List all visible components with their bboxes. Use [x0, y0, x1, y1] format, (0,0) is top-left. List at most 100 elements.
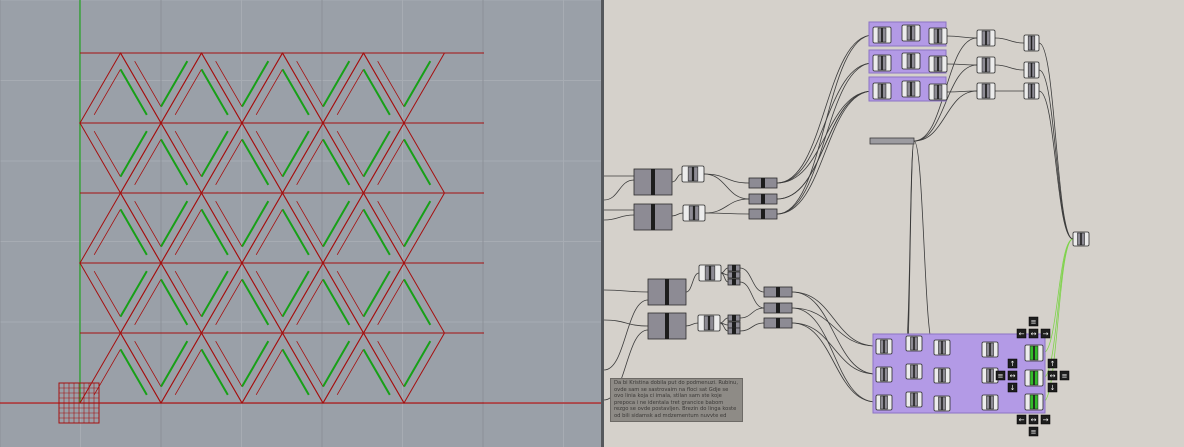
- component: [698, 264, 722, 282]
- mesh-triangle: [241, 52, 324, 124]
- nav-center-icon-glyph: ↔: [1031, 416, 1037, 424]
- component: [981, 367, 999, 384]
- nav-right-icon-glyph: →: [1043, 330, 1049, 338]
- viewport-svg: [0, 0, 601, 447]
- wire: [791, 307, 877, 403]
- wire: [776, 90, 874, 184]
- mesh-triangle: [362, 122, 446, 194]
- param-divider: [776, 303, 780, 313]
- param-divider: [776, 318, 780, 328]
- component-divider: [1030, 36, 1033, 50]
- component: [1023, 34, 1040, 52]
- param-divider: [651, 169, 655, 195]
- rhino-viewport[interactable]: [0, 0, 601, 447]
- mesh-triangle: [160, 52, 243, 124]
- wire: [671, 173, 683, 183]
- wire: [685, 272, 700, 293]
- mesh-triangle: [322, 122, 405, 194]
- wire: [739, 307, 765, 319]
- param-divider: [732, 279, 736, 285]
- component: [872, 82, 892, 100]
- wire: [1038, 90, 1074, 240]
- mesh-triangle: [160, 122, 243, 194]
- mesh-triangle: [79, 52, 162, 124]
- grasshopper-canvas[interactable]: ≡ ← ↔ → ↑ ↔ ↓ ≡ ↑ ↔ ↓ ≡ ← ↔ → ≡ Da bi Kristina dobila p…: [604, 0, 1184, 447]
- component: [933, 367, 951, 384]
- component-divider: [910, 54, 912, 68]
- nav-down-icon-glyph: ↓: [1010, 384, 1016, 392]
- param-divider: [761, 194, 765, 204]
- wire: [604, 179, 635, 201]
- component-divider: [913, 393, 915, 406]
- wire: [685, 322, 699, 327]
- nav-up-icon-glyph: ↑: [1050, 360, 1056, 368]
- canvas-note[interactable]: Da bi Kristina dobila put do podmenuzi. …: [610, 378, 743, 422]
- component: [681, 165, 705, 183]
- component: [1024, 344, 1044, 362]
- param-divider: [732, 322, 736, 328]
- wire: [704, 198, 750, 214]
- mesh-triangle: [322, 332, 405, 404]
- mesh-triangle: [79, 332, 162, 404]
- mesh-triangle: [160, 192, 243, 264]
- component-divider: [910, 82, 912, 96]
- component: [682, 204, 706, 222]
- wire: [671, 212, 684, 217]
- param-divider: [776, 287, 780, 297]
- component: [1072, 231, 1090, 247]
- mesh-triangle: [281, 192, 365, 264]
- component: [1024, 369, 1044, 387]
- param-divider: [665, 279, 669, 305]
- wire: [946, 35, 978, 39]
- wire: [604, 289, 649, 293]
- component: [901, 80, 921, 98]
- param: [748, 193, 778, 205]
- nav-up-icon-glyph: ↑: [1010, 360, 1016, 368]
- wire: [791, 322, 877, 375]
- wire: [703, 173, 750, 184]
- component: [697, 314, 721, 332]
- nav-center-icon-glyph: ↔: [1031, 330, 1037, 338]
- component-divider: [989, 369, 991, 382]
- component: [905, 363, 923, 380]
- component-divider: [1030, 63, 1033, 77]
- component: [905, 391, 923, 408]
- component-divider: [913, 337, 915, 350]
- wire: [739, 281, 765, 309]
- component-divider: [941, 341, 943, 354]
- wire: [719, 317, 729, 324]
- param: [727, 271, 741, 279]
- side-menu-icon-glyph: ≡: [998, 372, 1004, 380]
- zoom-menu-icon-glyph: ≡: [1031, 318, 1037, 326]
- wire: [703, 173, 750, 200]
- mesh-triangle: [281, 332, 365, 404]
- wire: [704, 212, 750, 215]
- param-divider: [651, 204, 655, 230]
- wire: [720, 267, 729, 274]
- wire: [791, 307, 877, 347]
- wire: [913, 64, 978, 142]
- component: [875, 338, 893, 355]
- component: [933, 395, 951, 412]
- wire: [604, 319, 649, 327]
- wire: [604, 214, 635, 221]
- param: [763, 302, 793, 314]
- component-divider: [937, 57, 939, 71]
- component-divider: [1080, 233, 1082, 245]
- component-divider: [1033, 346, 1035, 360]
- wire: [776, 90, 874, 200]
- param-divider: [732, 328, 736, 334]
- wire: [994, 64, 1025, 71]
- component: [976, 82, 996, 100]
- mesh-triangle: [79, 192, 162, 264]
- component: [981, 394, 999, 411]
- mesh-triangle: [241, 192, 324, 264]
- wire: [604, 299, 649, 371]
- mesh-triangle: [241, 122, 324, 194]
- mesh-triangle: [79, 122, 162, 194]
- component-divider: [707, 316, 711, 330]
- param: [748, 208, 778, 220]
- component: [981, 341, 999, 358]
- wire: [776, 62, 874, 215]
- mesh-triangle: [281, 122, 365, 194]
